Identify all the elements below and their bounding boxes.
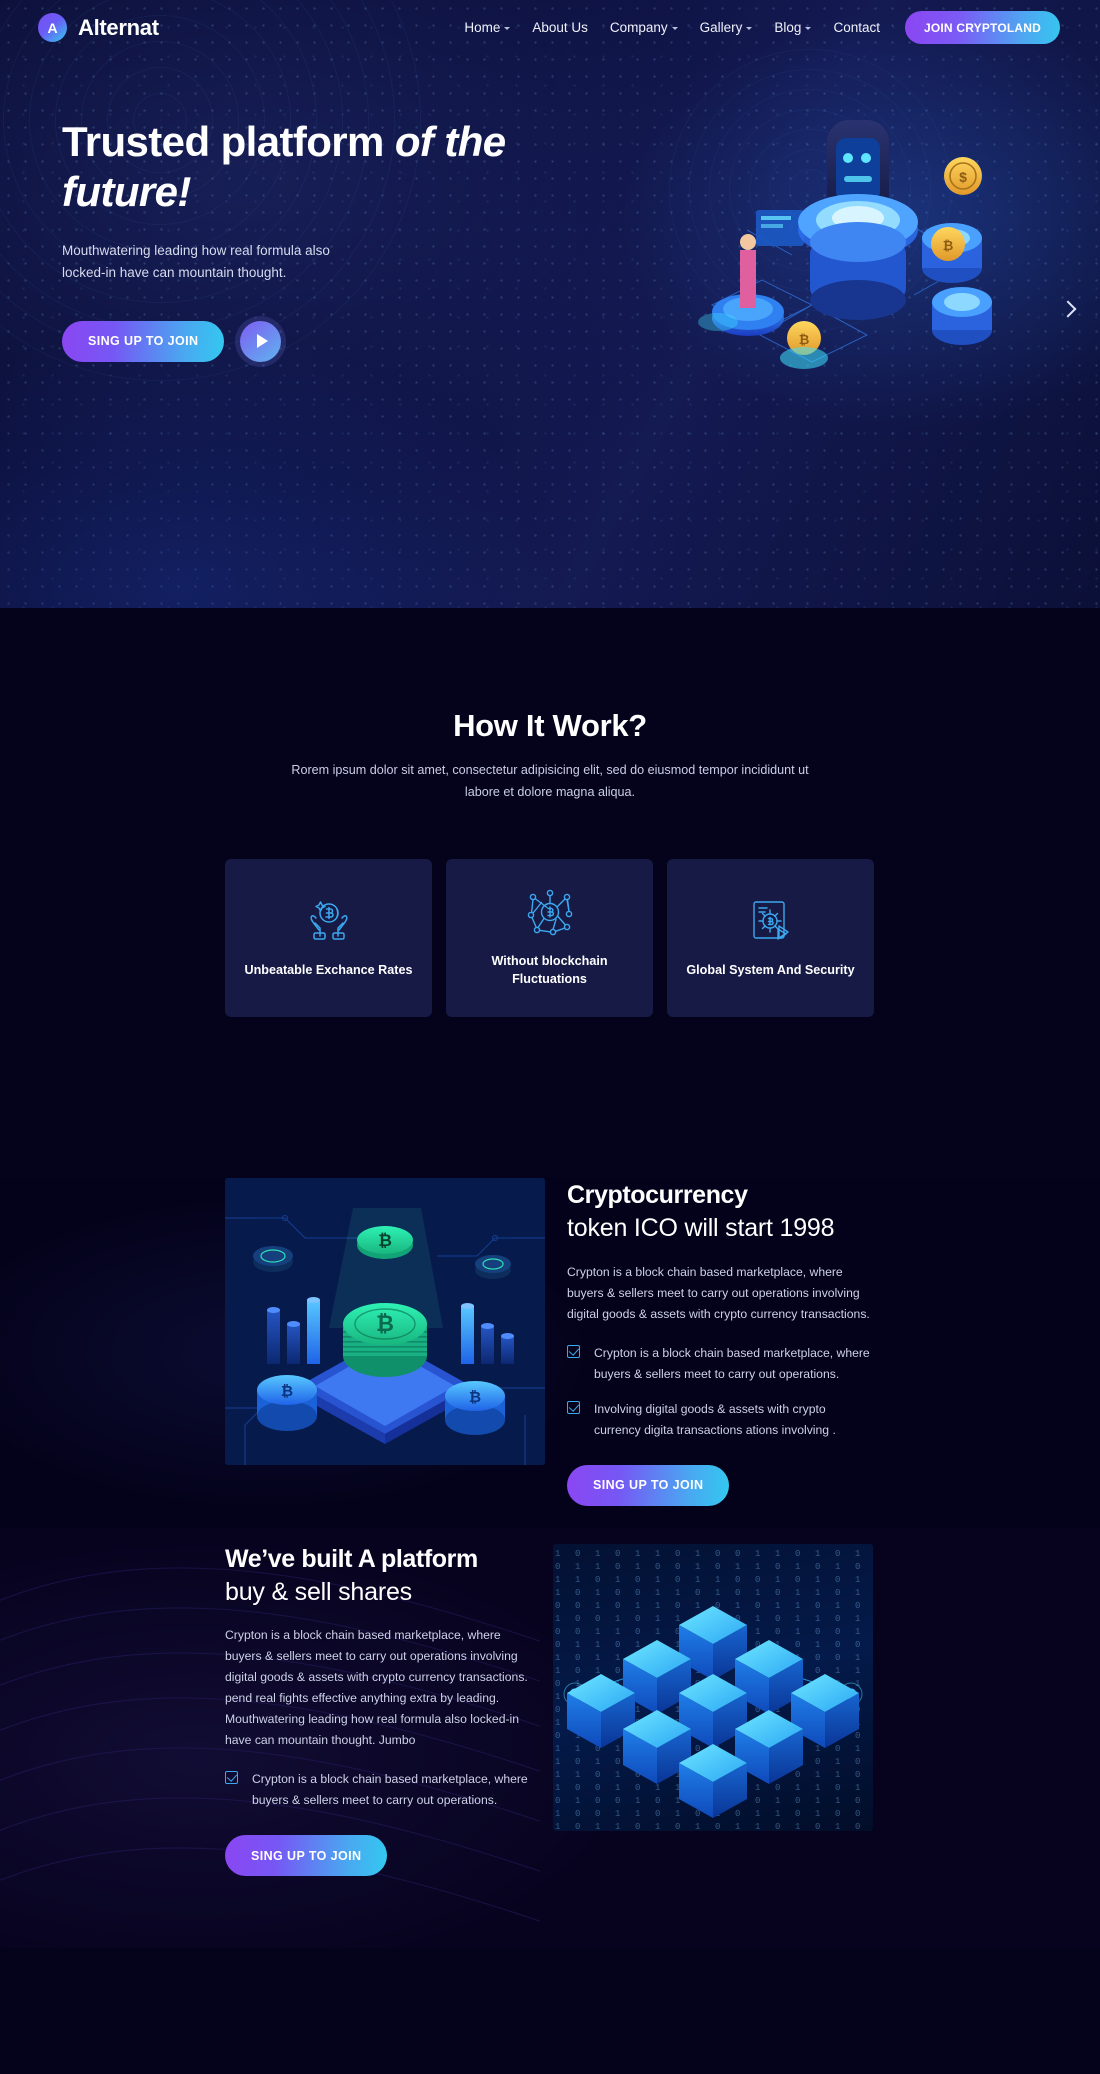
- built-heading-light: buy & sell shares: [225, 1577, 412, 1606]
- built-text-block: We’ve built A platform buy & sell shares…: [225, 1544, 535, 1877]
- next-slide-arrow[interactable]: [1056, 296, 1082, 322]
- check-item: Involving digital goods & assets with cr…: [567, 1399, 875, 1441]
- cryptocurrency-illustration: ₿ ₿ ₿ ₿: [225, 1178, 545, 1465]
- nav-label: Blog: [774, 20, 802, 35]
- feature-card-blockchain-fluctuations[interactable]: Without blockchain Fluctuations: [446, 859, 653, 1018]
- built-platform-content: We’ve built A platform buy & sell shares…: [225, 1528, 875, 1877]
- svg-text:₿: ₿: [943, 238, 954, 253]
- nav-item-blog[interactable]: Blog: [763, 20, 822, 35]
- site-header: A Alternat Home About Us Company Gallery: [0, 0, 1100, 55]
- checkbox-checked-icon: [567, 1344, 580, 1358]
- blockchain-cubes-illustration: 1 0 1 0 1 1 0 1 0 0 1 1 0 1 0 1 0 1 1 0 …: [553, 1544, 873, 1831]
- built-cta-wrap: SING UP TO JOIN: [225, 1835, 535, 1877]
- cryptocurrency-section: ₿ ₿ ₿ ₿ Cryptocurrency token ICO will st…: [0, 1178, 1100, 1528]
- checkbox-checked-icon: [225, 1771, 238, 1785]
- cryptocurrency-content: ₿ ₿ ₿ ₿ Cryptocurrency token ICO will st…: [225, 1178, 875, 1506]
- svg-text:₿: ₿: [376, 1311, 394, 1336]
- cryptocurrency-check-list: Crypton is a block chain based marketpla…: [567, 1343, 875, 1441]
- hero-title: Trusted platform of the future!: [62, 117, 560, 216]
- feature-card-label: Without blockchain Fluctuations: [491, 954, 608, 987]
- how-it-work-title: How It Work?: [453, 708, 647, 743]
- nav-item-company[interactable]: Company: [599, 20, 689, 35]
- nav-label: About Us: [532, 20, 588, 35]
- svg-text:₿: ₿: [281, 1383, 293, 1400]
- built-heading-bold: We’ve built A platform: [225, 1545, 478, 1573]
- chevron-down-icon: [504, 27, 511, 30]
- landing-page: A Alternat Home About Us Company Gallery: [0, 0, 1100, 2074]
- hero-section: A Alternat Home About Us Company Gallery: [0, 0, 1100, 608]
- cryptocurrency-paragraph: Crypton is a block chain based marketpla…: [567, 1264, 870, 1321]
- check-item-text: Involving digital goods & assets with cr…: [594, 1401, 836, 1437]
- feature-card-list: Unbeatable Exchance Rates Without blockc…: [225, 859, 875, 1018]
- hero-subtitle: Mouthwatering leading how real formula a…: [62, 243, 330, 280]
- hero-cta-group: SING UP TO JOIN: [62, 320, 560, 362]
- svg-text:₿: ₿: [799, 332, 810, 347]
- svg-text:₿: ₿: [469, 1389, 481, 1406]
- chevron-down-icon: [805, 27, 812, 30]
- svg-text:₿: ₿: [378, 1231, 392, 1250]
- check-item-text: Crypton is a block chain based marketpla…: [252, 1772, 528, 1808]
- brand-name: Alternat: [78, 14, 159, 40]
- cryptocurrency-signup-button[interactable]: SING UP TO JOIN: [567, 1464, 730, 1506]
- built-check-list: Crypton is a block chain based marketpla…: [225, 1769, 535, 1811]
- nav-label: Gallery: [699, 20, 743, 35]
- play-icon-button[interactable]: [240, 320, 282, 362]
- feature-card-exchange-rates[interactable]: Unbeatable Exchance Rates: [225, 859, 432, 1018]
- join-cryptoland-button[interactable]: JOIN CRYPTOLAND: [904, 11, 1060, 44]
- hero-signup-button[interactable]: SING UP TO JOIN: [62, 320, 225, 362]
- chevron-down-icon: [671, 27, 678, 30]
- chevron-down-icon: [746, 27, 753, 30]
- hands-holding-bitcoin-icon: [303, 896, 355, 946]
- hero-illustration: $ ₿ ₿: [652, 90, 1052, 380]
- nav-item-gallery[interactable]: Gallery: [689, 20, 764, 35]
- cryptocurrency-cta-wrap: SING UP TO JOIN: [567, 1464, 875, 1506]
- built-signup-button[interactable]: SING UP TO JOIN: [225, 1835, 388, 1877]
- logo-mark-icon: A: [38, 13, 67, 42]
- check-item: Crypton is a block chain based marketpla…: [567, 1343, 875, 1385]
- cryptocurrency-text-block: Cryptocurrency token ICO will start 1998…: [567, 1178, 875, 1506]
- hero-title-plain: Trusted platform: [62, 118, 395, 165]
- nav-item-home[interactable]: Home: [453, 20, 521, 35]
- hero-content: Trusted platform of the future! Mouthwat…: [0, 55, 560, 362]
- how-it-work-subtitle: Rorem ipsum dolor sit amet, consectetur …: [291, 763, 809, 799]
- nav-item-about-us[interactable]: About Us: [521, 20, 599, 35]
- feature-card-global-security[interactable]: Global System And Security: [667, 859, 874, 1018]
- svg-text:$: $: [959, 169, 967, 185]
- hero-glow: [0, 328, 560, 608]
- main-navigation: Home About Us Company Gallery Blog Conta…: [453, 11, 1060, 44]
- nav-label: Company: [609, 20, 668, 35]
- built-paragraph: Crypton is a block chain based marketpla…: [225, 1628, 528, 1748]
- nav-label: Home: [464, 20, 501, 35]
- check-item: Crypton is a block chain based marketpla…: [225, 1769, 535, 1811]
- nav-label: Contact: [833, 20, 880, 35]
- brand-logo[interactable]: A Alternat: [38, 13, 159, 42]
- play-icon: [256, 334, 268, 349]
- built-platform-section: We’ve built A platform buy & sell shares…: [0, 1528, 1100, 1948]
- blockchain-network-bitcoin-icon: [525, 887, 575, 937]
- checkbox-checked-icon: [567, 1400, 580, 1414]
- check-item-text: Crypton is a block chain based marketpla…: [594, 1345, 870, 1381]
- cryptocurrency-heading-light: token ICO will start 1998: [567, 1214, 835, 1242]
- feature-card-label: Unbeatable Exchance Rates: [244, 963, 413, 978]
- feature-card-label: Global System And Security: [686, 963, 855, 978]
- how-it-work-section: How It Work? Rorem ipsum dolor sit amet,…: [0, 608, 1100, 1178]
- secure-chip-document-icon: [746, 896, 796, 946]
- cryptocurrency-heading-bold: Cryptocurrency: [567, 1181, 748, 1209]
- nav-item-contact[interactable]: Contact: [822, 20, 891, 35]
